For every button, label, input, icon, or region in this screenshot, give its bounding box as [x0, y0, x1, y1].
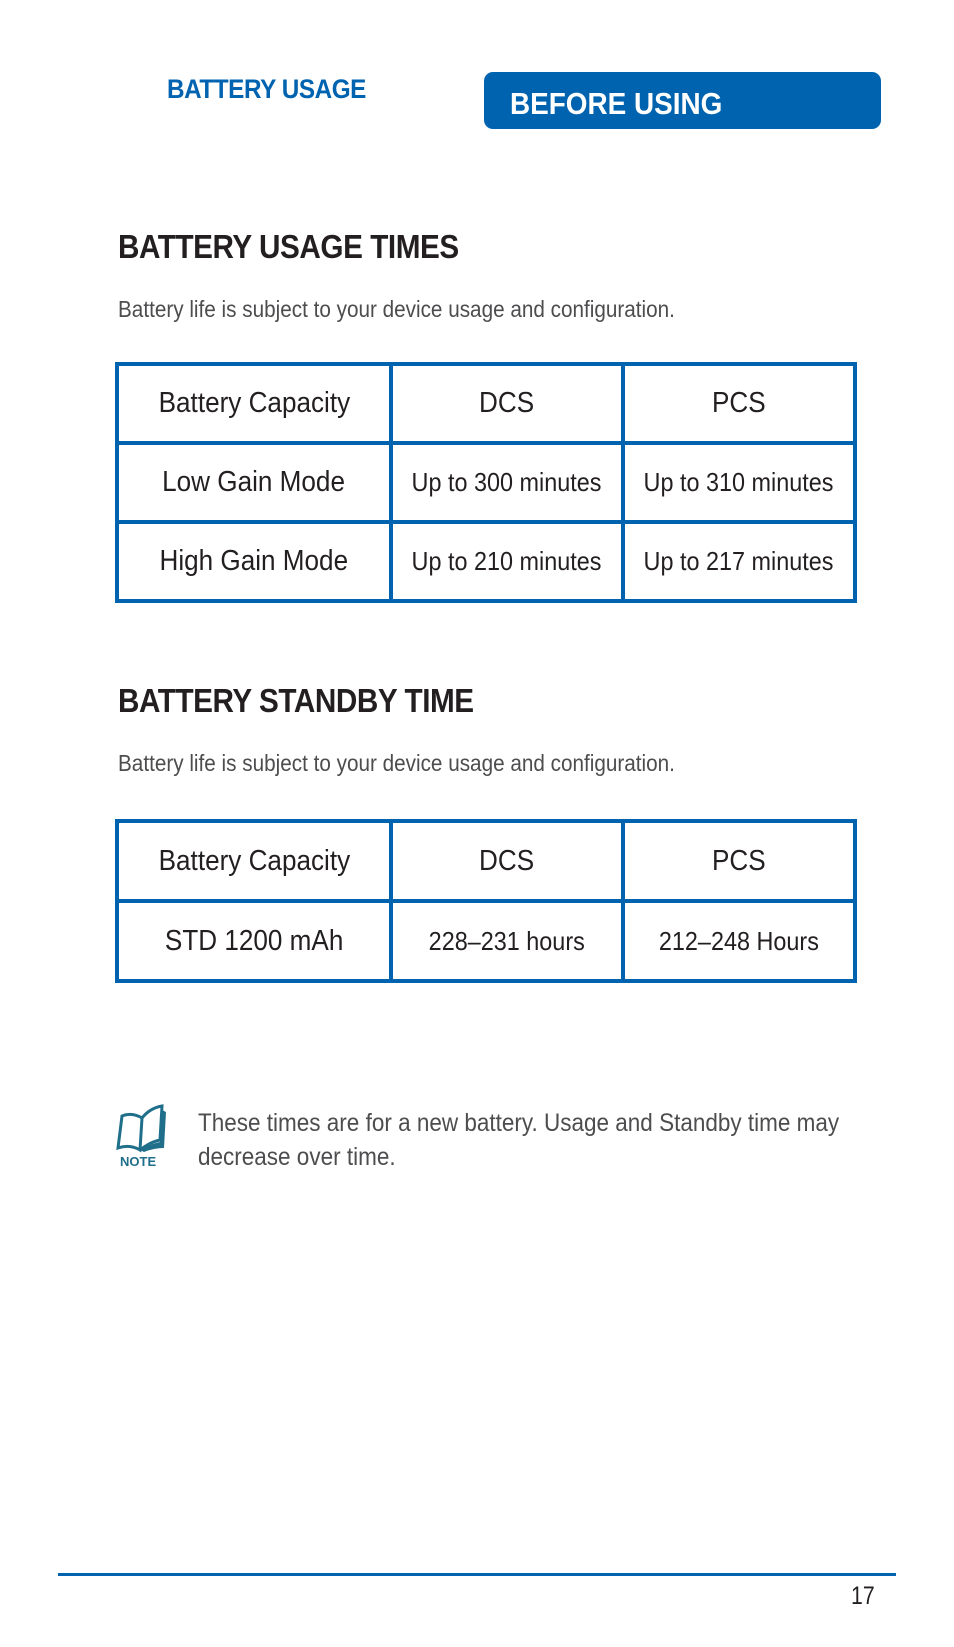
- usage-times-subtext: Battery life is subject to your device u…: [118, 296, 675, 322]
- row-label: Low Gain Mode: [115, 441, 393, 524]
- table-header-row: Battery Capacity DCS PCS: [115, 362, 857, 445]
- pcs-value: Up to 217 minutes: [621, 520, 857, 603]
- standby-time-subtext: Battery life is subject to your device u…: [118, 750, 675, 776]
- column-header: DCS: [389, 819, 625, 903]
- table-row: Low Gain Mode Up to 300 minutes Up to 31…: [115, 441, 857, 524]
- chapter-title: BEFORE USING: [510, 86, 723, 121]
- usage-times-table: Battery Capacity DCS PCS Low Gain Mode U…: [115, 362, 857, 603]
- column-header: PCS: [621, 819, 857, 903]
- standby-time-table: Battery Capacity DCS PCS STD 1200 mAh 22…: [115, 819, 857, 983]
- note-book-icon: NOTE: [114, 1104, 172, 1169]
- standby-time-heading: BATTERY STANDBY TIME: [118, 682, 474, 719]
- note-icon-label: NOTE: [120, 1154, 156, 1168]
- column-header: Battery Capacity: [115, 362, 393, 445]
- usage-times-heading: BATTERY USAGE TIMES: [118, 228, 459, 265]
- column-header: Battery Capacity: [115, 819, 393, 903]
- pcs-value: 212–248 Hours: [621, 899, 857, 983]
- table-header-row: Battery Capacity DCS PCS: [115, 819, 857, 903]
- row-label: High Gain Mode: [115, 520, 393, 603]
- dcs-value: Up to 210 minutes: [389, 520, 625, 603]
- dcs-value: 228–231 hours: [389, 899, 625, 983]
- column-header: PCS: [621, 362, 857, 445]
- chapter-tab: BEFORE USING: [484, 72, 881, 129]
- table-row: STD 1200 mAh 228–231 hours 212–248 Hours: [115, 899, 857, 983]
- page-number: 17: [851, 1582, 875, 1610]
- dcs-value: Up to 300 minutes: [389, 441, 625, 524]
- row-label: STD 1200 mAh: [115, 899, 393, 983]
- table-row: High Gain Mode Up to 210 minutes Up to 2…: [115, 520, 857, 603]
- column-header: DCS: [389, 362, 625, 445]
- section-label: BATTERY USAGE: [167, 74, 366, 104]
- pcs-value: Up to 310 minutes: [621, 441, 857, 524]
- footer-divider: [58, 1573, 896, 1576]
- note-text: These times are for a new battery. Usage…: [198, 1109, 840, 1171]
